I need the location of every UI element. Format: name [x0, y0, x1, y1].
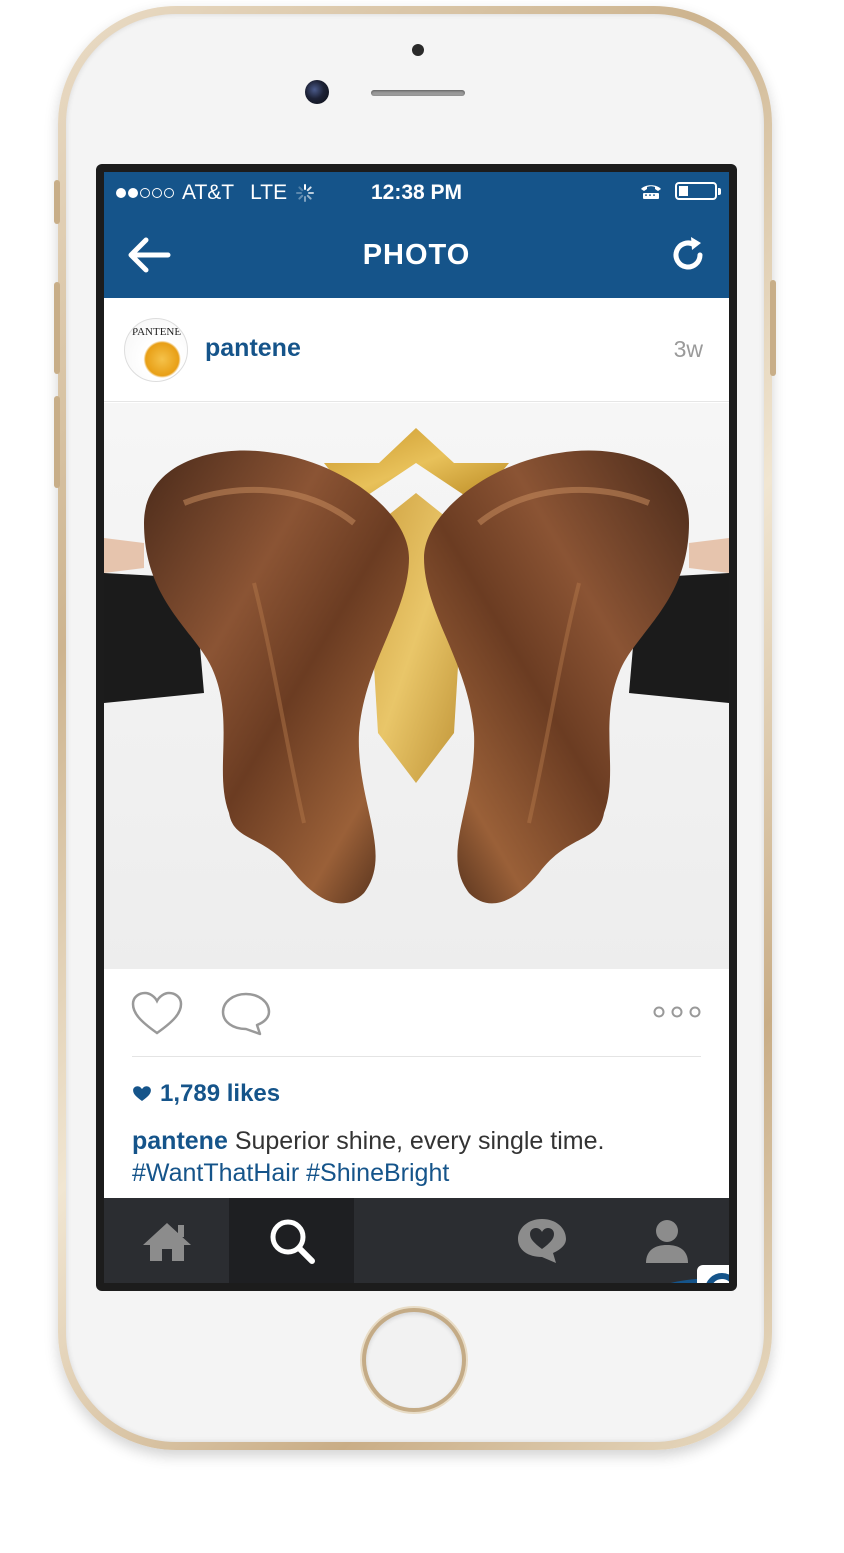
likes-count[interactable]: 1,789 likes — [132, 1080, 280, 1108]
app-screen: AT&T LTE 12:38 PM PHOTO PANTENE pantene … — [104, 172, 729, 1283]
status-time: 12:38 PM — [370, 181, 463, 204]
avatar-logo-text: PANTENE — [132, 326, 182, 338]
tab-bar — [104, 1198, 729, 1283]
likes-label: 1,789 likes — [160, 1080, 281, 1107]
volume-up-button — [54, 282, 60, 374]
tty-icon — [641, 185, 661, 199]
front-camera — [305, 80, 329, 104]
volume-down-button — [54, 396, 60, 488]
post-timestamp: 3w — [673, 336, 703, 362]
search-icon — [270, 1219, 315, 1264]
nav-bar: PHOTO — [104, 214, 729, 298]
status-bar: AT&T LTE 12:38 PM — [104, 172, 729, 214]
caption-username[interactable]: pantene — [132, 1127, 228, 1155]
hashtag-link[interactable]: #WantThatHair — [132, 1159, 299, 1187]
home-icon — [142, 1222, 191, 1261]
profile-icon — [645, 1219, 688, 1263]
home-button[interactable] — [366, 1312, 462, 1408]
tab-search[interactable] — [229, 1198, 354, 1283]
post-username[interactable]: pantene — [205, 334, 301, 363]
proximity-sensor — [412, 44, 424, 56]
comment-bubble-icon[interactable] — [220, 991, 272, 1037]
battery-level — [679, 186, 688, 196]
post-photo[interactable] — [104, 403, 729, 969]
post-actions — [104, 969, 729, 1059]
earpiece-speaker — [371, 90, 465, 96]
battery-icon — [675, 182, 721, 200]
status-right — [639, 182, 721, 200]
post-photo-artwork — [104, 403, 729, 969]
avatar[interactable]: PANTENE — [124, 318, 188, 382]
post-header: PANTENE pantene 3w — [104, 298, 729, 402]
page-title: PHOTO — [362, 239, 471, 271]
activity-heart-bubble-icon — [517, 1218, 566, 1263]
tab-activity[interactable] — [479, 1198, 604, 1283]
actions-divider — [132, 1056, 701, 1057]
heart-icon[interactable] — [130, 991, 184, 1037]
caption-text: Superior shine, every single time. — [234, 1127, 605, 1155]
more-options-icon[interactable] — [653, 1005, 701, 1019]
mute-switch — [54, 180, 60, 224]
refresh-icon[interactable] — [667, 234, 709, 276]
hashtag-link[interactable]: #ShineBright — [306, 1159, 449, 1187]
post-caption: pantene Superior shine, every single tim… — [132, 1125, 712, 1189]
tab-home[interactable] — [104, 1198, 229, 1283]
tab-profile[interactable] — [604, 1198, 729, 1283]
power-button — [770, 280, 776, 376]
filled-heart-icon — [133, 1086, 151, 1102]
